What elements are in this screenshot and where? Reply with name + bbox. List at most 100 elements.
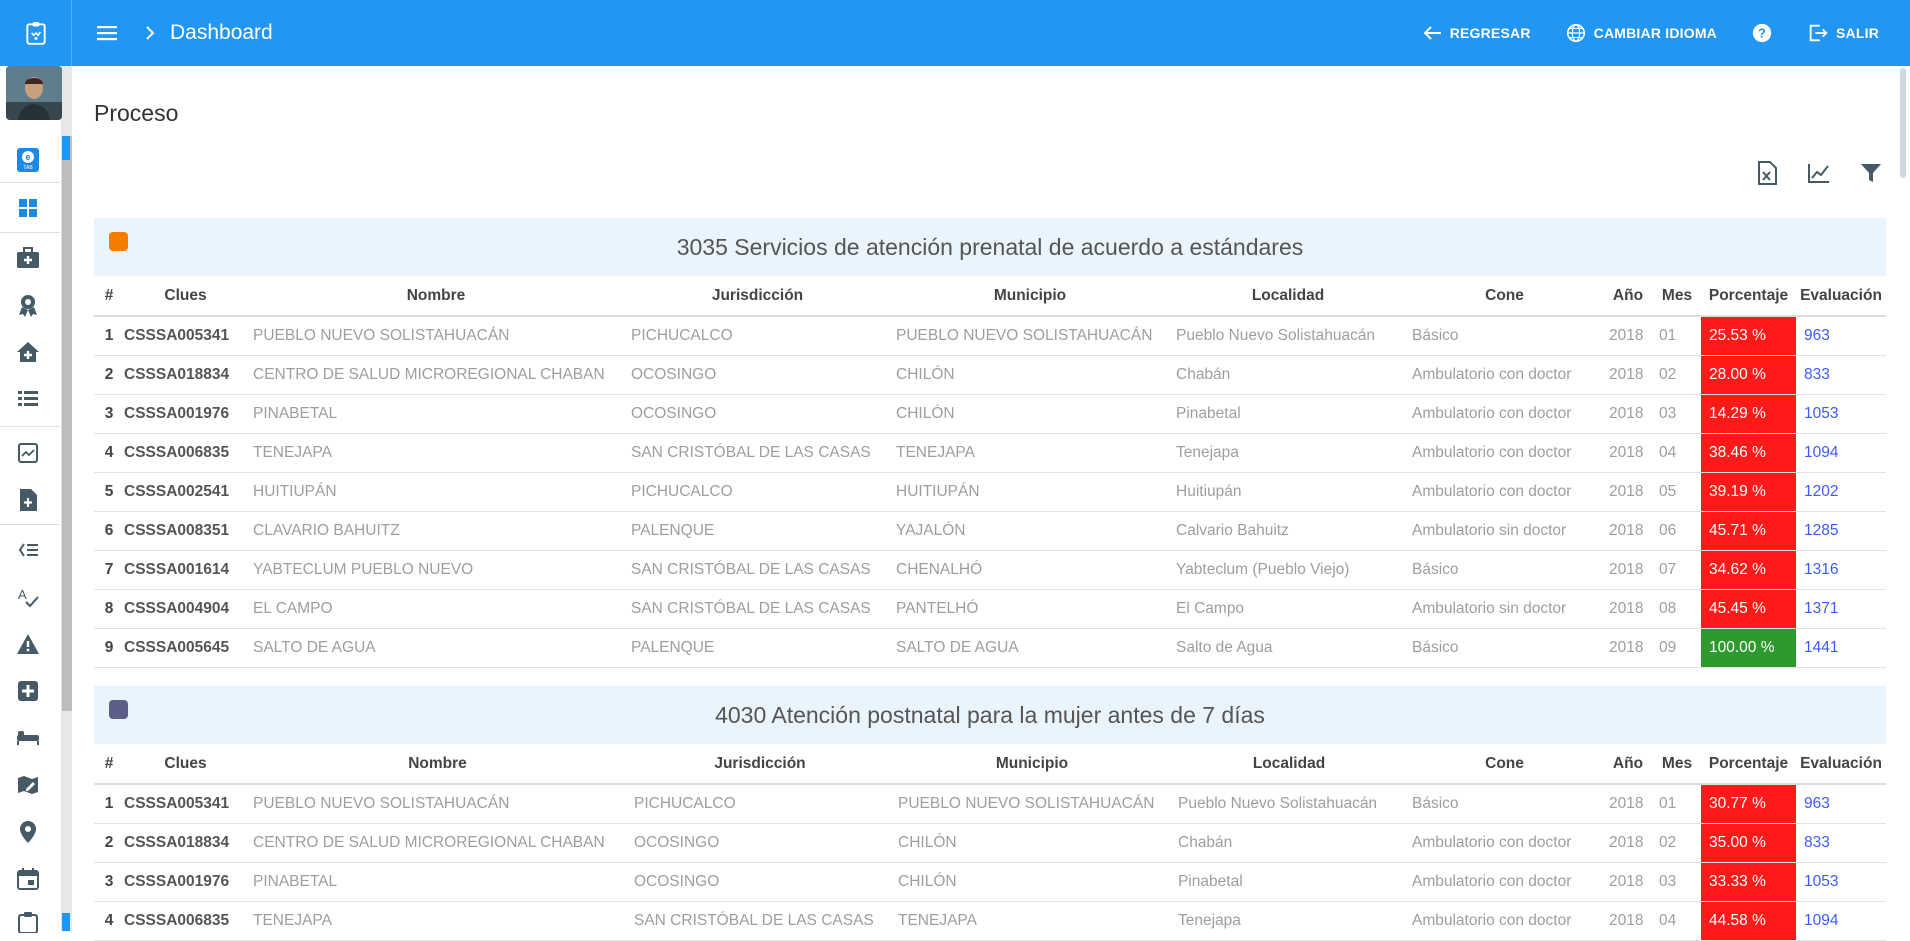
list-icon[interactable]	[12, 383, 44, 415]
cambiar-idioma-button[interactable]: CAMBIAR IDIOMA	[1548, 0, 1734, 66]
evaluacion-link[interactable]: 833	[1796, 823, 1886, 863]
anio-cell: 2018	[1603, 355, 1653, 395]
dashboard-icon[interactable]	[12, 192, 44, 224]
sidebar-scrollbar-thumb[interactable]	[62, 136, 72, 711]
municipio-cell: CHILÓN	[892, 862, 1172, 902]
hamburger-menu-button[interactable]	[82, 0, 132, 66]
warning-icon[interactable]	[12, 628, 44, 660]
bed-icon[interactable]	[12, 722, 44, 754]
table-row[interactable]: 9 CSSSA005645 SALTO DE AGUA PALENQUE SALTO D…	[94, 628, 1886, 668]
salir-button[interactable]: SALIR	[1790, 0, 1896, 66]
evaluacion-link[interactable]: 1316	[1796, 550, 1886, 590]
municipio-cell: PANTELHÓ	[890, 589, 1170, 629]
column-header[interactable]: Municipio	[892, 744, 1172, 785]
column-header[interactable]: Clues	[124, 744, 247, 785]
table-row[interactable]: 4 CSSSA006835 TENEJAPA SAN CRISTÓBAL DE LAS…	[94, 433, 1886, 473]
column-header[interactable]: Jurisdicción	[628, 744, 892, 785]
evaluacion-link[interactable]: 1371	[1796, 589, 1886, 629]
table-header-row: # Clues Nombre Jurisdicción Municipio Lo…	[94, 276, 1886, 317]
column-header[interactable]: Mes	[1653, 276, 1701, 317]
cone-cell: Ambulatorio con doctor	[1406, 355, 1603, 395]
column-header[interactable]: Clues	[124, 276, 247, 317]
column-header[interactable]: Municipio	[890, 276, 1170, 317]
help-button[interactable]: ?	[1734, 0, 1790, 66]
evaluacion-link[interactable]: 1053	[1796, 862, 1886, 902]
evaluacion-link[interactable]: 963	[1796, 784, 1886, 824]
column-header[interactable]: Nombre	[247, 276, 625, 317]
row-number: 6	[94, 511, 124, 551]
table-row[interactable]: 4 CSSSA006835 TENEJAPA SAN CRISTÓBAL DE LAS…	[94, 901, 1886, 941]
column-header[interactable]: Porcentaje	[1701, 276, 1796, 317]
evaluacion-link[interactable]: 1053	[1796, 394, 1886, 434]
checklist-icon[interactable]	[12, 534, 44, 566]
chart-button[interactable]	[1804, 158, 1834, 188]
table-row[interactable]: 5 CSSSA002541 HUITIUPÁN PICHUCALCO HUITIUPÁN…	[94, 472, 1886, 512]
location-icon[interactable]	[12, 816, 44, 848]
table-row[interactable]: 3 CSSSA001976 PINABETAL OCOSINGO CHILÓN Pinab…	[94, 394, 1886, 434]
user-avatar[interactable]	[6, 66, 62, 120]
table-row[interactable]: 2 CSSSA018834 CENTRO DE SALUD MICROREGIONA…	[94, 355, 1886, 395]
section-header: 4030 Atención postnatal para la mujer an…	[94, 686, 1886, 744]
table-row[interactable]: 8 CSSSA004904 EL CAMPO SAN CRISTÓBAL DE LAS…	[94, 589, 1886, 629]
column-header[interactable]: #	[94, 744, 124, 785]
column-header[interactable]: Cone	[1406, 744, 1603, 785]
column-header[interactable]: Nombre	[247, 744, 628, 785]
column-header[interactable]: Año	[1603, 276, 1653, 317]
globe-icon	[1566, 23, 1585, 43]
evaluacion-link[interactable]: 1094	[1796, 433, 1886, 473]
main-scrollbar[interactable]	[1897, 66, 1910, 931]
export-excel-button[interactable]	[1752, 158, 1782, 188]
home-health-icon[interactable]	[12, 336, 44, 368]
evaluacion-link[interactable]: 833	[1796, 355, 1886, 395]
row-number: 3	[94, 394, 124, 434]
medical-kit-icon[interactable]	[12, 242, 44, 274]
table-row[interactable]: 7 CSSSA001614 YABTECLUM PUEBLO NUEVO SAN CR…	[94, 550, 1886, 590]
cone-cell: Ambulatorio con doctor	[1406, 433, 1603, 473]
evaluacion-link[interactable]: 1094	[1796, 901, 1886, 941]
spellcheck-icon[interactable]: A	[12, 581, 44, 613]
table-row[interactable]: 3 CSSSA001976 PINABETAL OCOSINGO CHILÓN Pinab…	[94, 862, 1886, 902]
evaluacion-link[interactable]: 963	[1796, 316, 1886, 356]
filter-button[interactable]	[1856, 158, 1886, 188]
column-header[interactable]: Evaluación	[1796, 744, 1886, 785]
column-header[interactable]: Localidad	[1170, 276, 1406, 317]
evaluacion-link[interactable]: 1441	[1796, 628, 1886, 668]
table-row[interactable]: 1 CSSSA005341 PUEBLO NUEVO SOLISTAHUACÁN PI…	[94, 784, 1886, 824]
app-logo-icon[interactable]	[0, 0, 72, 66]
table-row[interactable]: 2 CSSSA018834 CENTRO DE SALUD MICROREGIONA…	[94, 823, 1886, 863]
clipboard-icon[interactable]	[12, 906, 44, 938]
column-header[interactable]: Jurisdicción	[625, 276, 890, 317]
award-icon[interactable]	[12, 289, 44, 321]
nombre-cell: YABTECLUM PUEBLO NUEVO	[247, 550, 625, 590]
add-document-icon[interactable]	[12, 437, 44, 469]
table-header-row: # Clues Nombre Jurisdicción Municipio Lo…	[94, 744, 1886, 785]
calendar-icon[interactable]	[12, 863, 44, 895]
column-header[interactable]: Evaluación	[1796, 276, 1886, 317]
column-header[interactable]: #	[94, 276, 124, 317]
column-header[interactable]: Localidad	[1172, 744, 1406, 785]
porcentaje-cell: 33.33 %	[1701, 862, 1796, 902]
column-header[interactable]: Porcentaje	[1701, 744, 1796, 785]
top-app-bar: Dashboard REGRESAR CAMBIAR IDIOMA ? SALI…	[0, 0, 1910, 66]
main-scrollbar-thumb[interactable]	[1900, 68, 1906, 178]
results-table: # Clues Nombre Jurisdicción Municipio Lo…	[94, 276, 1886, 668]
regresar-button[interactable]: REGRESAR	[1406, 0, 1548, 66]
etab-icon[interactable]: e TAB	[12, 144, 44, 176]
porcentaje-cell: 30.77 %	[1701, 784, 1796, 824]
column-header[interactable]: Cone	[1406, 276, 1603, 317]
column-header[interactable]: Mes	[1653, 744, 1701, 785]
evaluacion-link[interactable]: 1202	[1796, 472, 1886, 512]
nombre-cell: TENEJAPA	[247, 433, 625, 473]
section-title: 4030 Atención postnatal para la mujer an…	[715, 701, 1265, 728]
column-header[interactable]: Año	[1603, 744, 1653, 785]
row-number: 2	[94, 355, 124, 395]
map-edit-icon[interactable]	[12, 769, 44, 801]
add-file-icon[interactable]	[12, 484, 44, 516]
table-row[interactable]: 1 CSSSA005341 PUEBLO NUEVO SOLISTAHUACÁN PI…	[94, 316, 1886, 356]
evaluacion-link[interactable]: 1285	[1796, 511, 1886, 551]
hospital-plus-icon[interactable]	[12, 675, 44, 707]
localidad-cell: Pinabetal	[1172, 862, 1406, 902]
section-color-badge	[109, 232, 128, 251]
table-row[interactable]: 6 CSSSA008351 CLAVARIO BAHUITZ PALENQUE YAJA…	[94, 511, 1886, 551]
porcentaje-cell: 14.29 %	[1701, 394, 1796, 434]
